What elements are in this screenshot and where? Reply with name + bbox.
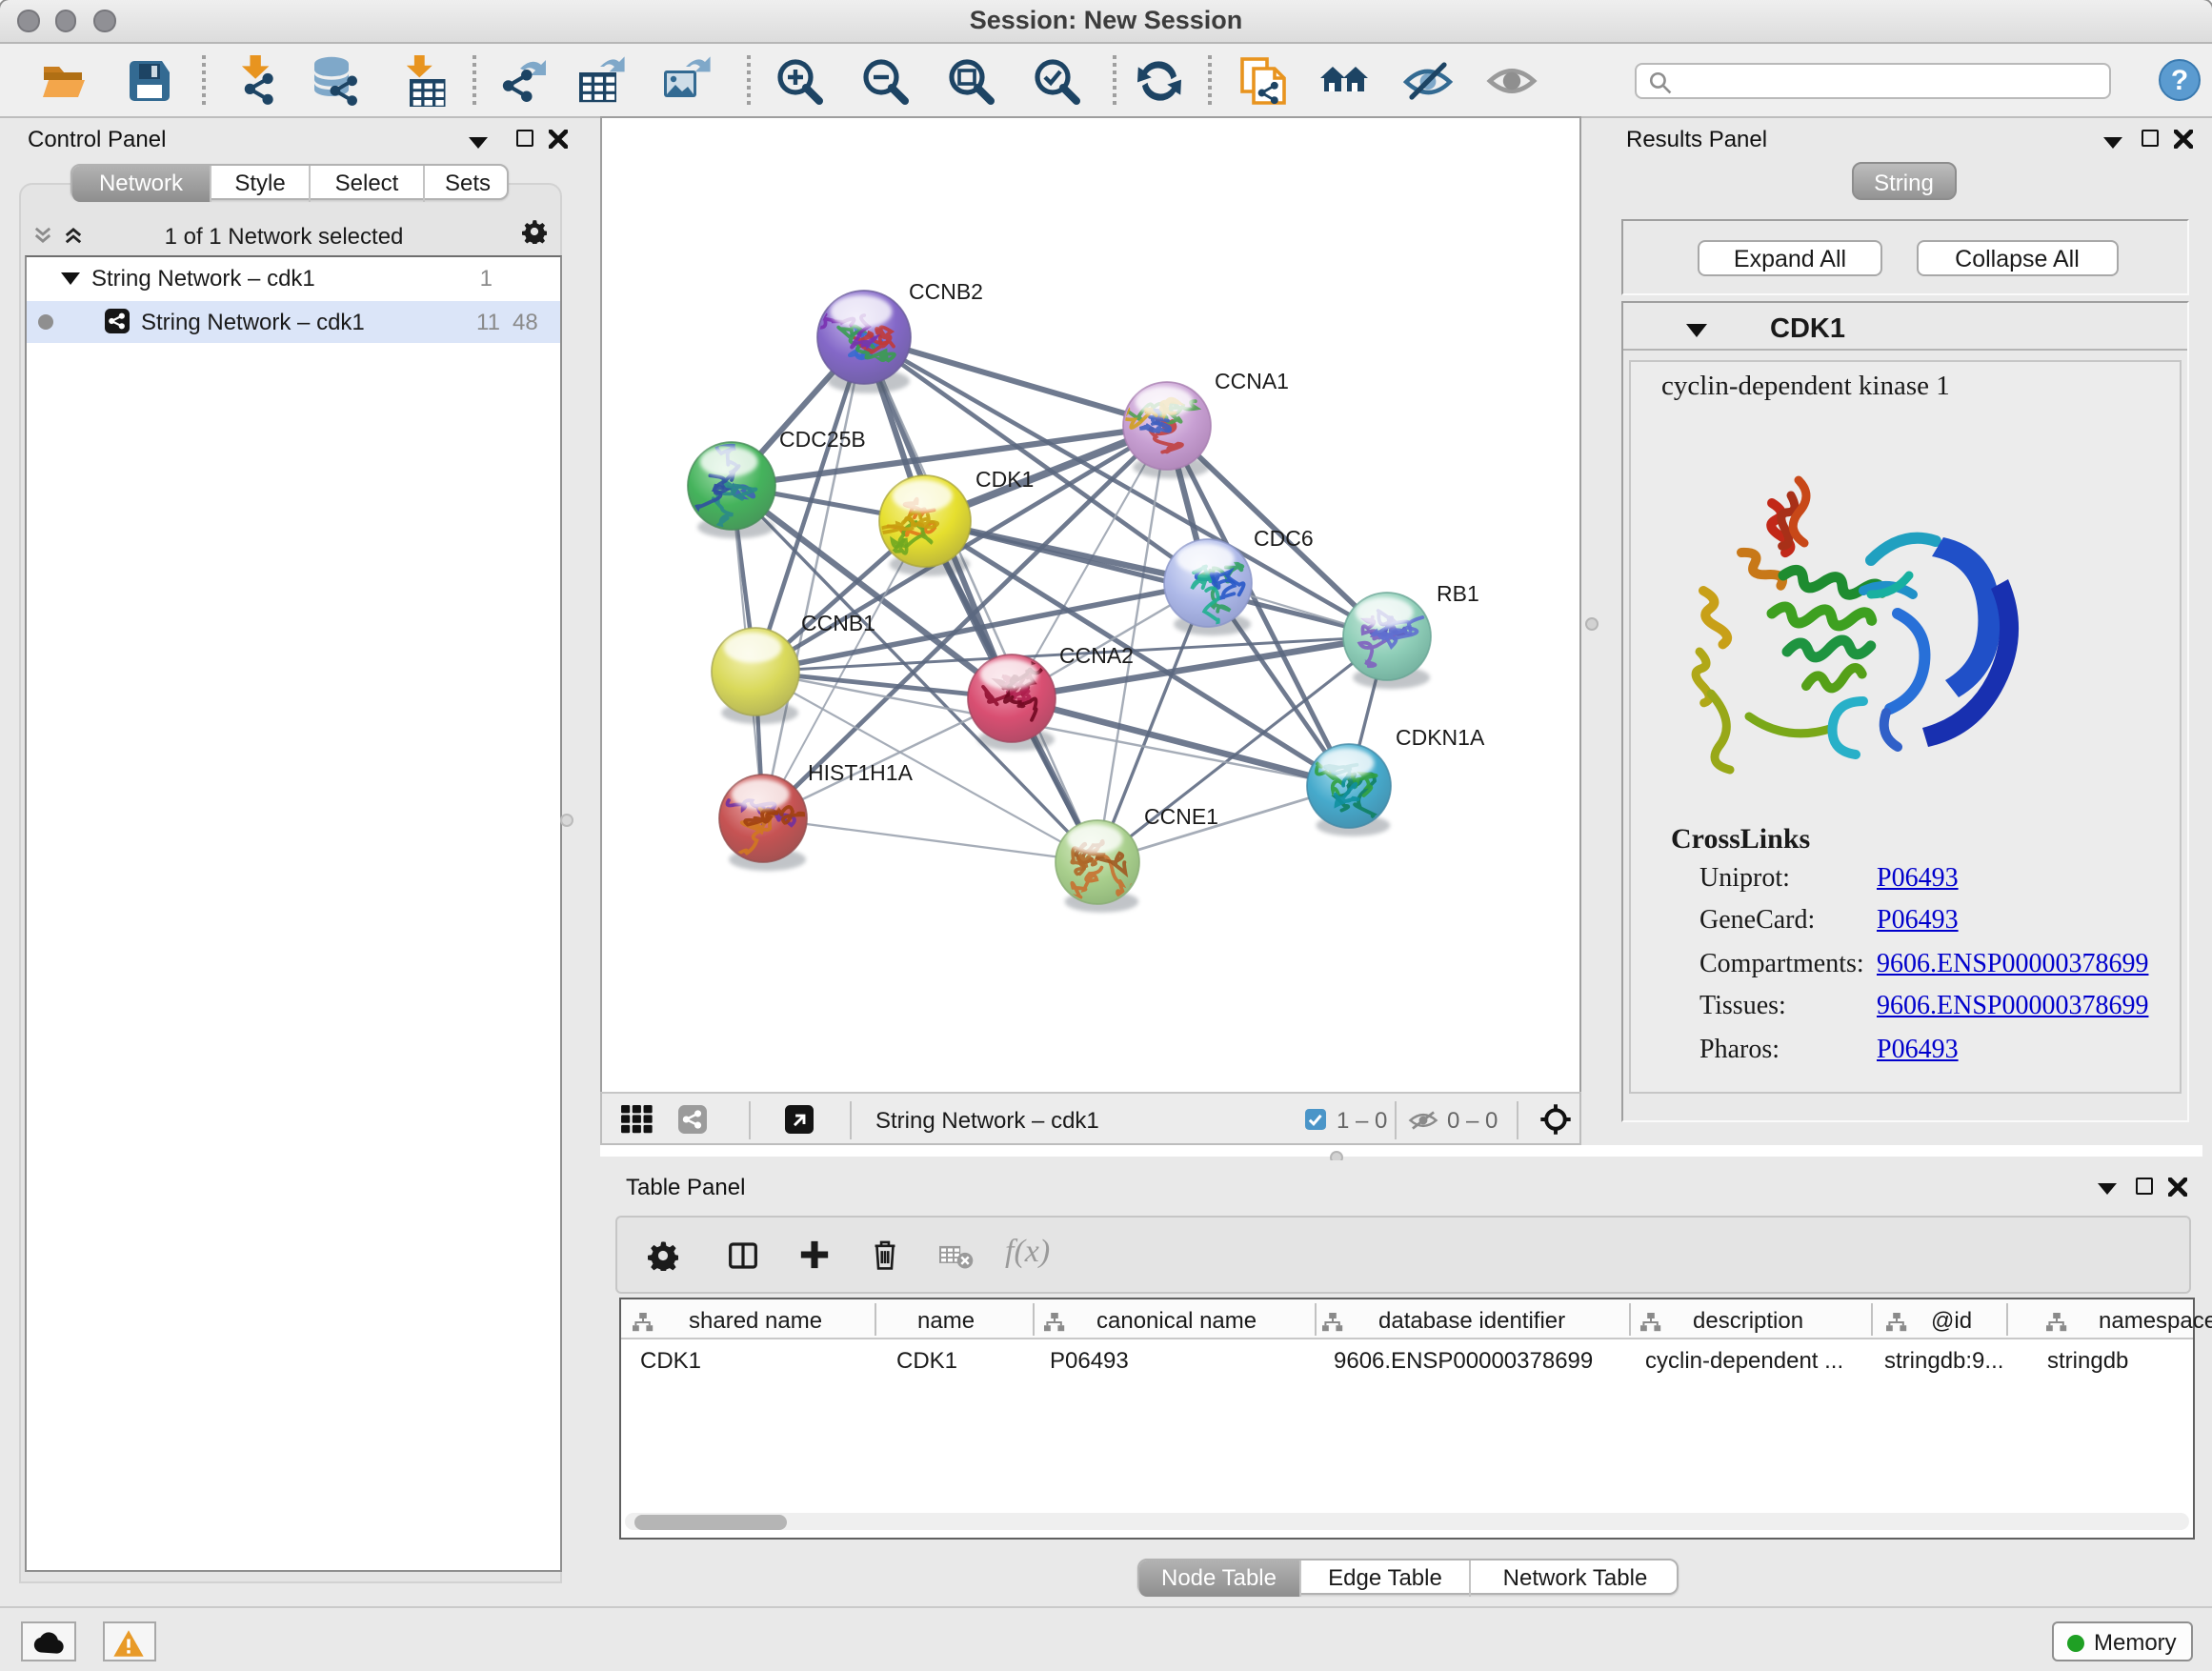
svg-text:CDK1: CDK1 — [975, 467, 1033, 492]
svg-text:HIST1H1A: HIST1H1A — [807, 760, 913, 785]
svg-text:CDC6: CDC6 — [1253, 526, 1313, 551]
svg-text:CCNE1: CCNE1 — [1143, 804, 1217, 829]
svg-text:CDC25B: CDC25B — [778, 427, 865, 452]
svg-text:CCNA1: CCNA1 — [1214, 369, 1288, 393]
svg-text:CCNA2: CCNA2 — [1058, 643, 1133, 668]
svg-text:CDKN1A: CDKN1A — [1395, 725, 1484, 750]
svg-text:CCNB2: CCNB2 — [908, 279, 982, 304]
svg-text:RB1: RB1 — [1436, 581, 1478, 606]
svg-text:CCNB1: CCNB1 — [800, 611, 875, 635]
